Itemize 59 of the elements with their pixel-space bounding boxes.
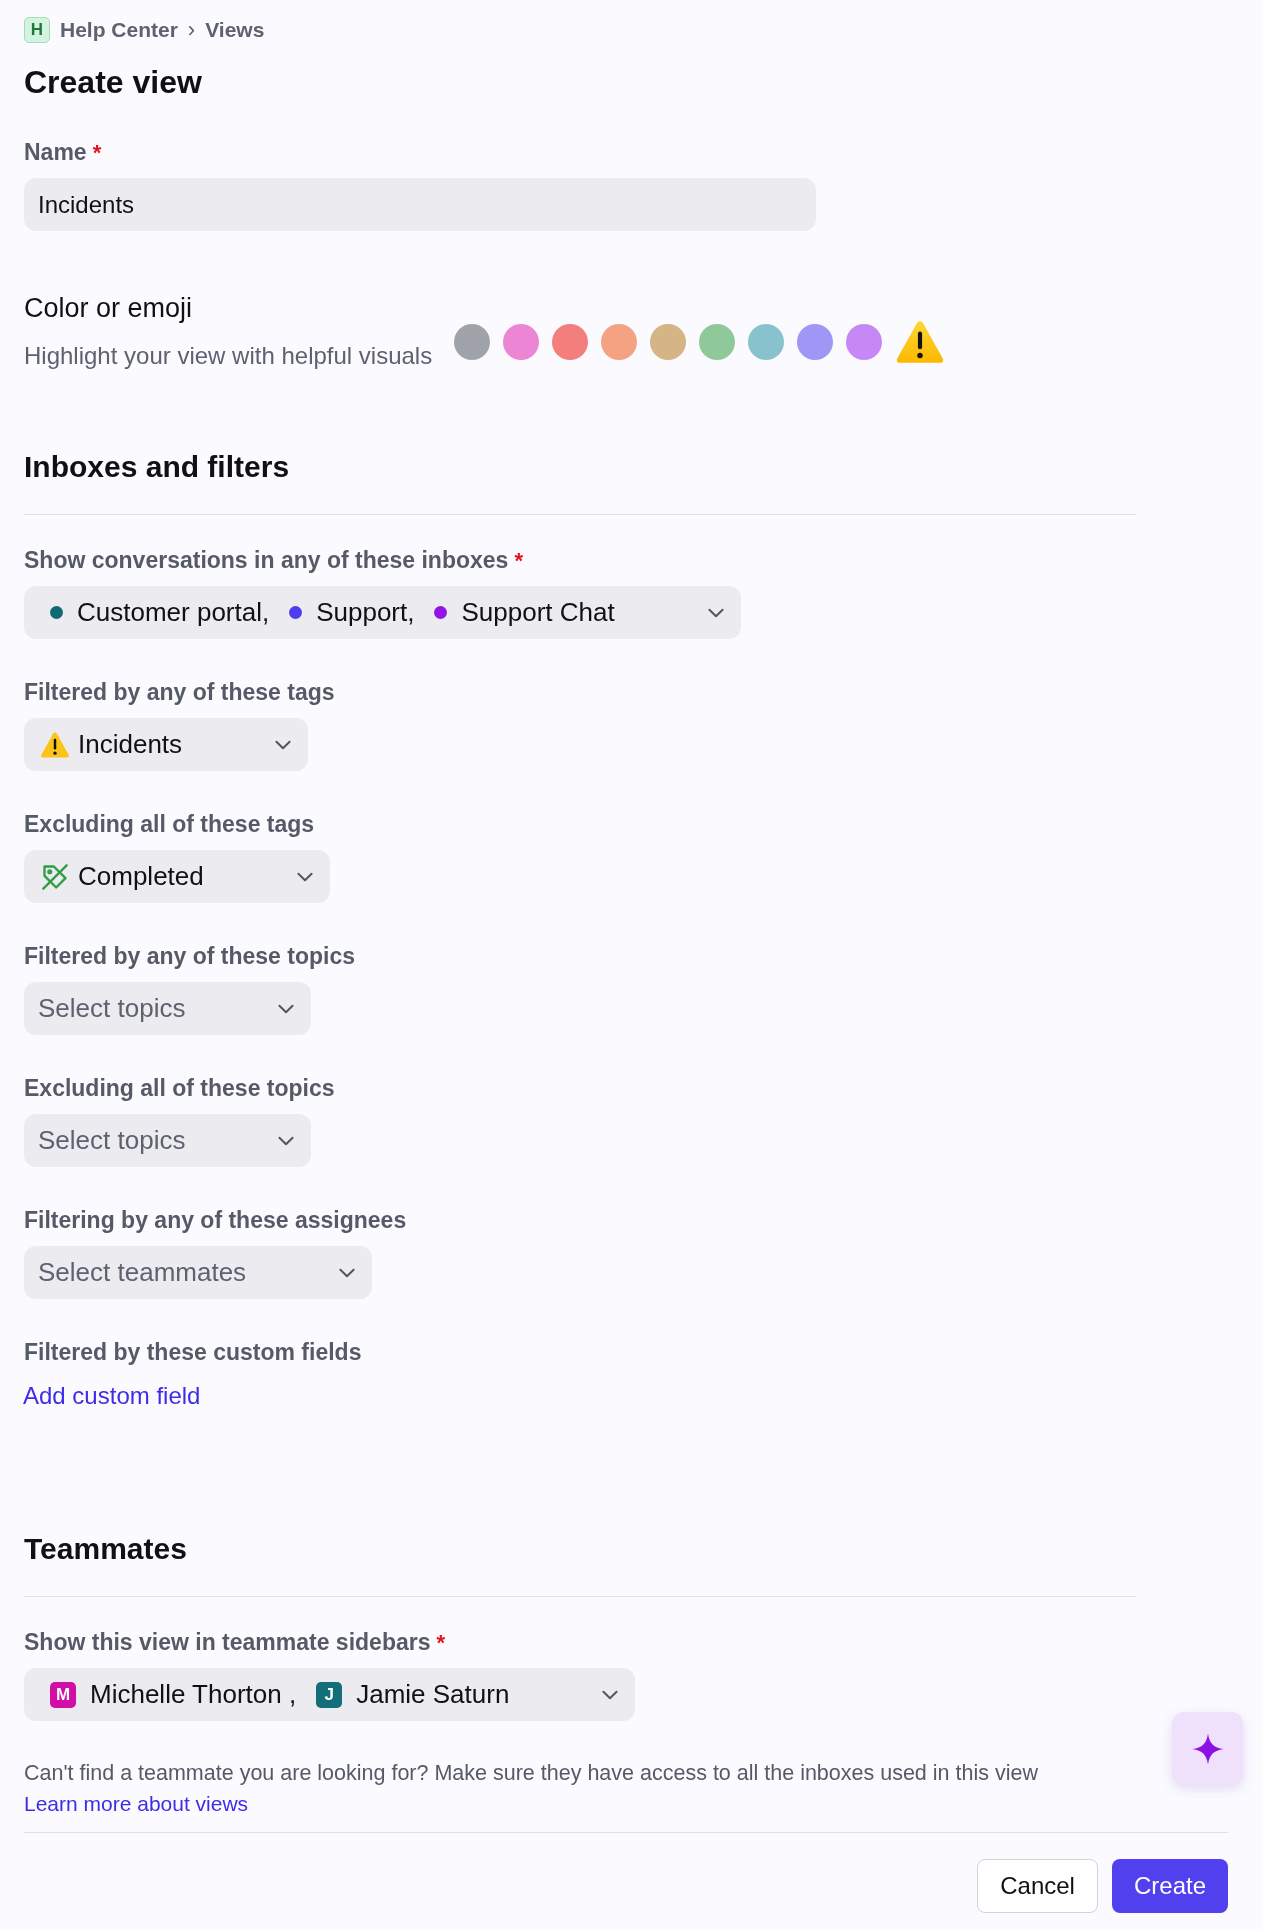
- color-swatch[interactable]: [748, 323, 785, 360]
- field-label: Excluding all of these tags: [24, 811, 315, 838]
- selected-value: Completed: [78, 861, 204, 892]
- ai-assistant-button[interactable]: [1172, 1712, 1243, 1785]
- select-dropdown[interactable]: Select topics: [24, 982, 312, 1035]
- section-description: Highlight your view with helpful visuals: [24, 342, 433, 370]
- color-swatch[interactable]: [552, 323, 589, 360]
- field-label: Filtered by these custom fields: [24, 1339, 362, 1366]
- color-swatch[interactable]: [650, 323, 687, 360]
- select-dropdown[interactable]: M Michelle Thorton , J Jamie Saturn: [24, 1668, 636, 1721]
- color-swatch[interactable]: [601, 323, 638, 360]
- placeholder-text: Select teammates: [38, 1257, 247, 1288]
- avatar: M: [50, 1681, 76, 1708]
- name-field[interactable]: Incidents: [24, 178, 816, 231]
- select-dropdown[interactable]: Select teammates: [24, 1246, 373, 1299]
- required-mark: *: [436, 1630, 446, 1656]
- required-mark: *: [514, 548, 523, 574]
- breadcrumb-link[interactable]: Help Center: [60, 18, 178, 42]
- warning-icon[interactable]: [895, 318, 946, 365]
- select-dropdown[interactable]: Incidents: [24, 718, 309, 771]
- page-title: Create view: [24, 64, 203, 101]
- field-label: Name: [24, 139, 87, 166]
- selected-value: Support Chat: [461, 597, 615, 628]
- placeholder-text: Select topics: [38, 1125, 186, 1156]
- warning-icon: [40, 730, 70, 759]
- create-button[interactable]: Create: [1111, 1859, 1228, 1913]
- field-label: Show this view in teammate sidebars: [24, 1629, 431, 1656]
- selected-value: Customer portal,: [77, 597, 270, 628]
- breadcrumb-link[interactable]: Views: [205, 18, 265, 42]
- section-label: Color or emoji: [24, 293, 194, 324]
- required-mark: *: [92, 140, 102, 166]
- avatar: J: [316, 1681, 343, 1708]
- selected-value: Incidents: [78, 729, 183, 760]
- color-swatch[interactable]: [797, 323, 834, 360]
- placeholder-text: Select topics: [38, 993, 186, 1024]
- tag-slash-icon: [40, 862, 70, 891]
- select-dropdown[interactable]: Customer portal, Support, Support Chat: [24, 586, 741, 639]
- add-custom-field-link[interactable]: Add custom field: [23, 1382, 201, 1410]
- color-swatch[interactable]: [699, 323, 736, 360]
- section-heading: Inboxes and filters: [24, 450, 291, 484]
- cancel-button[interactable]: Cancel: [977, 1859, 1098, 1913]
- selected-value: Michelle Thorton ,: [90, 1679, 297, 1710]
- field-label: Filtering by any of these assignees: [24, 1207, 407, 1234]
- workspace-badge: H: [24, 17, 50, 43]
- select-dropdown[interactable]: Completed: [24, 850, 330, 903]
- breadcrumb-separator: ›: [187, 17, 196, 43]
- color-swatch[interactable]: [503, 323, 540, 360]
- selected-value: Jamie Saturn: [356, 1679, 510, 1710]
- select-dropdown[interactable]: Select topics: [24, 1114, 312, 1167]
- section-heading: Teammates: [24, 1532, 188, 1566]
- field-label: Show conversations in any of these inboxes: [24, 547, 509, 574]
- help-text: Can't find a teammate you are looking for? Make sure they have access to all the inboxes used in this view: [24, 1761, 1039, 1786]
- selected-value: Support,: [316, 597, 415, 628]
- field-label: Excluding all of these topics: [24, 1075, 335, 1102]
- field-label: Filtered by any of these topics: [24, 943, 356, 970]
- learn-more-link[interactable]: Learn more about views: [24, 1792, 249, 1816]
- color-swatch[interactable]: [454, 323, 491, 360]
- field-label: Filtered by any of these tags: [24, 679, 335, 706]
- color-swatch[interactable]: [846, 323, 883, 360]
